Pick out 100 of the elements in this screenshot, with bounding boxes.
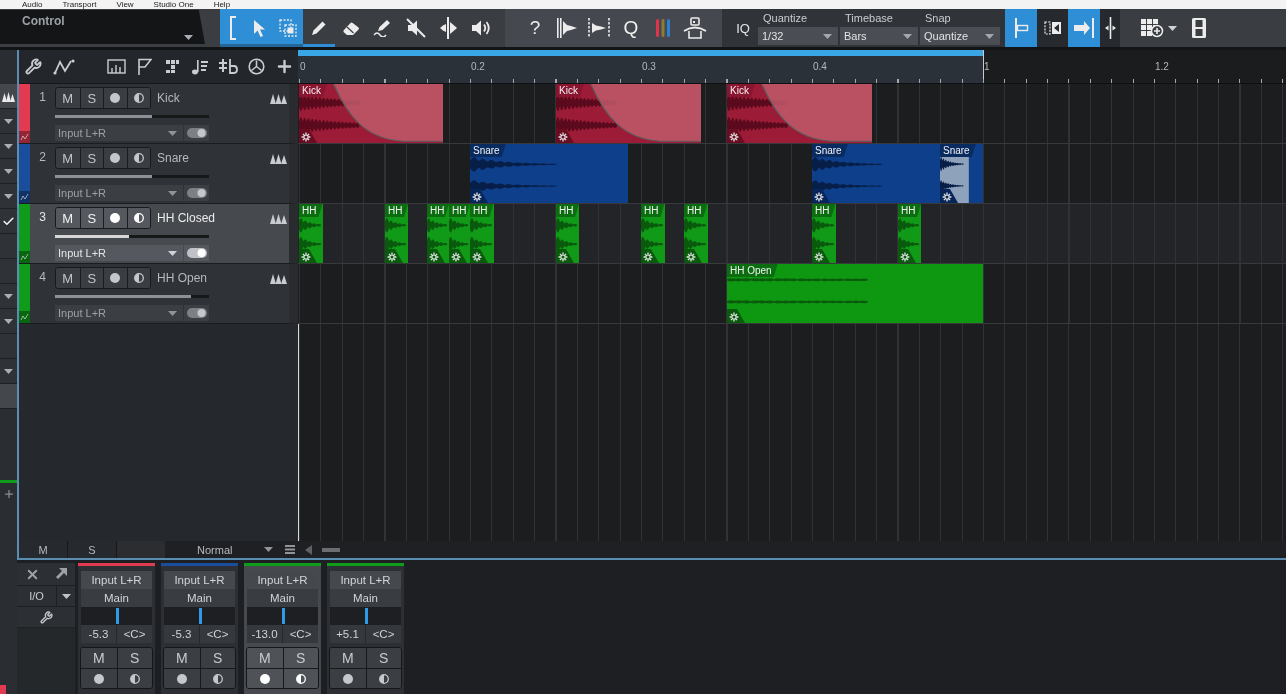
volume-slider[interactable]	[55, 175, 209, 178]
inspector-row[interactable]	[0, 109, 17, 134]
wrench-icon[interactable]	[24, 58, 42, 75]
caret-icon[interactable]	[168, 130, 177, 136]
record-icon[interactable]	[110, 273, 121, 283]
record-button[interactable]	[81, 668, 117, 688]
solo-button[interactable]: S	[68, 541, 117, 558]
grid-add-icon[interactable]	[1140, 17, 1164, 39]
flag-icon[interactable]	[136, 58, 152, 75]
record-button[interactable]	[103, 268, 127, 288]
audio-clip[interactable]: Snare	[940, 144, 983, 203]
monitor-icon[interactable]	[378, 673, 389, 684]
solo-button[interactable]: S	[79, 88, 103, 108]
peaks-icon[interactable]	[270, 92, 287, 104]
caret-icon[interactable]	[168, 250, 177, 256]
peaks-icon[interactable]	[270, 152, 287, 164]
audio-clip[interactable]: HH	[470, 204, 494, 263]
record-icon[interactable]	[176, 673, 187, 684]
audio-clip[interactable]: Kick	[556, 84, 701, 143]
pan-slider[interactable]	[164, 607, 235, 625]
waveform-stretch-icon[interactable]	[587, 17, 611, 39]
inspector-row[interactable]	[0, 284, 17, 309]
inspector-row[interactable]	[0, 159, 17, 184]
output-selector[interactable]: Main	[164, 589, 235, 607]
monitor-icon[interactable]	[129, 673, 140, 684]
track-header[interactable]: 1 M S Kick Input L+R	[19, 84, 298, 144]
track-header[interactable]: 2 M S Snare Input L+R	[19, 144, 298, 204]
audio-clip[interactable]: HH	[427, 204, 449, 263]
mute-button[interactable]: M	[81, 648, 117, 668]
track-header[interactable]: 4 M S HH Open Input L+R	[19, 264, 298, 324]
solo-button[interactable]: S	[79, 268, 103, 288]
automation-curve-icon[interactable]	[53, 58, 75, 75]
output-selector[interactable]: Main	[247, 589, 318, 607]
monitor-button[interactable]	[126, 148, 150, 168]
caret-icon[interactable]	[4, 168, 13, 174]
tool-button[interactable]	[273, 9, 303, 47]
monitor-button[interactable]	[116, 668, 152, 688]
record-button[interactable]	[164, 668, 200, 688]
output-selector[interactable]: Main	[330, 589, 401, 607]
record-icon[interactable]	[259, 673, 270, 684]
film-icon[interactable]	[1191, 17, 1207, 39]
snap-button[interactable]	[1037, 9, 1068, 47]
list-icon[interactable]	[285, 545, 295, 554]
gear-icon[interactable]	[470, 249, 488, 263]
gear-icon[interactable]	[684, 249, 702, 263]
waveform-marker-icon[interactable]	[556, 17, 578, 39]
solo-button[interactable]: S	[199, 648, 235, 668]
peaks-icon[interactable]	[270, 212, 287, 224]
record-button[interactable]	[330, 668, 366, 688]
note-icon[interactable]	[191, 58, 209, 75]
caret-icon[interactable]	[903, 33, 912, 39]
caret-icon[interactable]	[184, 35, 193, 40]
caret-icon[interactable]	[4, 143, 13, 149]
grid-icon[interactable]	[164, 59, 180, 74]
volume-slider[interactable]	[55, 235, 209, 238]
gear-icon[interactable]	[449, 249, 467, 263]
volume-slider[interactable]	[55, 115, 209, 118]
gear-icon[interactable]	[385, 249, 403, 263]
caret-icon[interactable]	[168, 190, 177, 196]
caret-icon[interactable]	[823, 33, 832, 39]
channel-strip[interactable]: Input L+R Main -13.0 <C> M S	[244, 563, 321, 694]
audio-clip[interactable]: Kick	[299, 84, 443, 143]
audio-clip[interactable]: HH	[684, 204, 708, 263]
pencil-icon[interactable]	[311, 20, 327, 36]
menu-item[interactable]: Audio	[22, 0, 43, 9]
snap-button[interactable]	[1100, 9, 1120, 47]
monitor-icon[interactable]	[212, 673, 223, 684]
mode-dropdown[interactable]: Normal	[165, 541, 281, 558]
gear-icon[interactable]	[427, 249, 445, 263]
tool-button[interactable]	[220, 9, 245, 47]
gear-icon[interactable]	[556, 249, 574, 263]
output-selector[interactable]: Main	[81, 589, 152, 607]
control-dropdown[interactable]: Control	[0, 10, 205, 44]
mute-button[interactable]: M	[56, 268, 80, 288]
menu-item[interactable]: Help	[213, 0, 231, 9]
bar-chart-icon[interactable]	[106, 59, 126, 74]
record-button[interactable]	[103, 208, 127, 228]
audio-clip[interactable]: HH	[641, 204, 665, 263]
mute-button[interactable]: M	[56, 148, 80, 168]
record-button[interactable]	[103, 88, 127, 108]
mute-button[interactable]: M	[19, 541, 68, 558]
inspector-row[interactable]	[0, 209, 17, 234]
peaks-icon[interactable]	[270, 272, 287, 284]
record-icon[interactable]	[110, 93, 121, 103]
gear-icon[interactable]	[299, 249, 317, 263]
pan-thumb[interactable]	[198, 608, 202, 624]
mute-button[interactable]: M	[247, 648, 283, 668]
mute-button[interactable]: M	[56, 88, 80, 108]
split-icon[interactable]	[438, 17, 458, 39]
solo-button[interactable]: S	[79, 208, 103, 228]
gear-icon[interactable]	[727, 129, 745, 143]
value-dropdown[interactable]: Bars	[840, 27, 918, 45]
eraser-icon[interactable]	[341, 20, 360, 36]
color-bars-icon[interactable]	[655, 18, 671, 38]
menu-item[interactable]: View	[116, 0, 134, 9]
mute-button[interactable]: M	[164, 648, 200, 668]
pan-thumb[interactable]	[281, 608, 285, 624]
channel-strip[interactable]: Input L+R Main -5.3 <C> M S	[78, 563, 155, 694]
input-selector[interactable]: Input L+R	[330, 571, 401, 589]
monitor-icon[interactable]	[133, 93, 144, 103]
